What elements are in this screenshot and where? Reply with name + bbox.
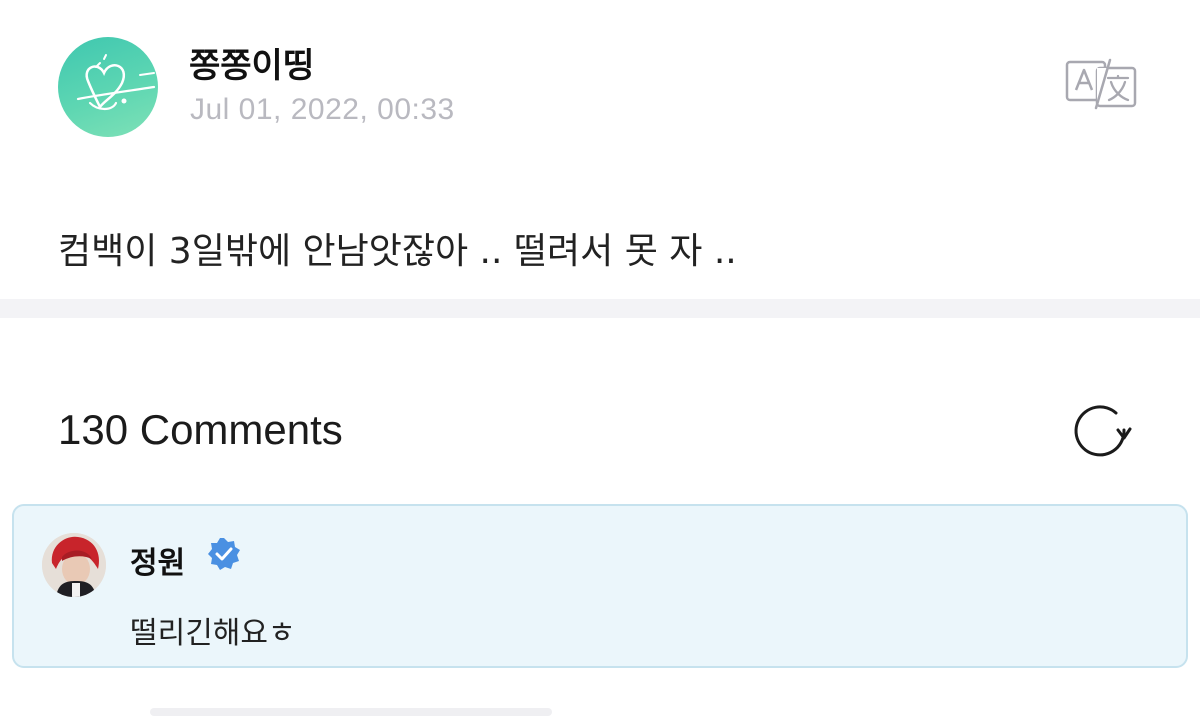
- translate-icon: [1065, 58, 1137, 110]
- author-name[interactable]: 쫑쫑이띵: [189, 38, 314, 87]
- post-body: 컴백이 3일밖에 안남앗잖아 .. 떨려서 못 자 ..: [58, 231, 737, 272]
- comments-count: 130 Comments: [58, 406, 343, 453]
- refresh-icon: [1074, 405, 1132, 457]
- post-timestamp: Jul 01, 2022, 00:33: [190, 93, 455, 126]
- comment-text: 떨리긴해요ㅎ: [130, 616, 296, 651]
- commenter-avatar[interactable]: [42, 533, 106, 597]
- section-divider: [0, 299, 1200, 318]
- commenter-name[interactable]: 정원: [130, 538, 185, 582]
- next-comment-placeholder: [150, 708, 552, 716]
- heart-doodle-icon: [76, 54, 156, 111]
- translate-button[interactable]: [1064, 58, 1140, 110]
- comment-card-highlighted[interactable]: 정원 떨리긴해요ㅎ: [12, 504, 1188, 668]
- profile-photo-icon: [42, 533, 106, 597]
- author-avatar[interactable]: [58, 37, 158, 137]
- verified-badge-icon: [206, 536, 242, 572]
- post-header: 쫑쫑이띵 Jul 01, 2022, 00:33: [0, 0, 1200, 170]
- refresh-comments-button[interactable]: [1072, 404, 1132, 460]
